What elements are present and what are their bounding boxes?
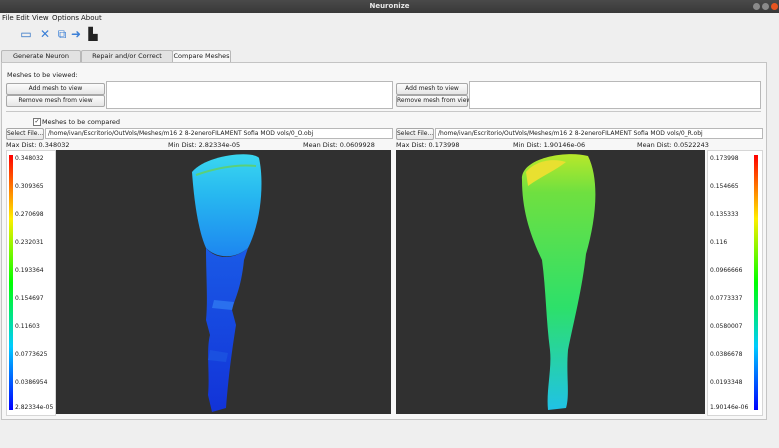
tab-repair-correct-meshes[interactable]: Repair and/or Correct Meshes — [81, 50, 173, 71]
title-bar: Neuronize — [0, 0, 779, 13]
scale-tick-left: 2.82334e-05 — [15, 404, 54, 411]
window-title: Neuronize — [369, 2, 410, 10]
file-path-left[interactable]: /home/ivan/Escritorio/OutVols/Meshes/m16… — [45, 128, 393, 139]
min-dist-right: Min Dist: 1.90146e-06 — [513, 141, 586, 149]
scale-tick-left: 0.193364 — [15, 267, 44, 274]
monitor-icon[interactable]: ▭ — [19, 27, 33, 41]
redo-arrow-icon[interactable]: ➜ — [69, 27, 83, 41]
maximize-button[interactable] — [762, 3, 769, 10]
scale-tick-right: 0.116 — [710, 239, 728, 246]
scale-tick-left: 0.0386954 — [15, 379, 48, 386]
scale-tick-right: 0.0193348 — [710, 379, 743, 386]
compare-checkbox-label: Meshes to be compared — [42, 118, 120, 126]
meshes-to-view-label: Meshes to be viewed: — [7, 71, 78, 79]
scale-tick-left: 0.232031 — [15, 239, 44, 246]
scale-tick-right: 0.154665 — [710, 183, 739, 190]
scale-tick-right: 0.173998 — [710, 155, 739, 162]
compare-checkbox[interactable]: ✓ — [33, 118, 41, 126]
mesh-viewport-left[interactable] — [56, 150, 391, 414]
camera-icon[interactable]: ▙ — [86, 27, 100, 41]
menu-view[interactable]: View — [32, 14, 49, 22]
scale-tick-right: 1.90146e-06 — [710, 404, 749, 411]
scale-tick-right: 0.0773337 — [710, 295, 743, 302]
scale-tick-right: 0.0966666 — [710, 267, 743, 274]
mean-dist-right: Mean Dist: 0.0522243 — [637, 141, 709, 149]
menu-file[interactable]: File — [2, 14, 14, 22]
mean-dist-left: Mean Dist: 0.0609928 — [303, 141, 375, 149]
add-mesh-button-left[interactable]: Add mesh to view — [6, 83, 105, 95]
scale-tick-left: 0.154697 — [15, 295, 44, 302]
min-dist-left: Min Dist: 2.82334e-05 — [168, 141, 241, 149]
remove-mesh-button-right[interactable]: Remove mesh from view — [396, 95, 471, 107]
scale-tick-right: 0.0386678 — [710, 351, 743, 358]
compare-meshes-panel: Meshes to be viewed: Add mesh to view Re… — [1, 62, 767, 420]
tab-generate-neuron[interactable]: Generate Neuron — [1, 50, 81, 62]
remove-mesh-button-left[interactable]: Remove mesh from view — [6, 95, 105, 107]
separator — [6, 111, 761, 112]
scale-tick-left: 0.348032 — [15, 155, 44, 162]
scale-tick-left: 0.11603 — [15, 323, 40, 330]
scale-tick-left: 0.309365 — [15, 183, 44, 190]
max-dist-left: Max Dist: 0.348032 — [6, 141, 70, 149]
scale-tick-right: 0.0580007 — [710, 323, 743, 330]
menu-edit[interactable]: Edit — [16, 14, 30, 22]
mesh-viewport-right[interactable] — [396, 150, 705, 414]
mesh-list-right[interactable] — [469, 81, 761, 109]
color-bar-right — [754, 155, 758, 410]
color-bar-left — [9, 155, 13, 410]
scale-tick-left: 0.270698 — [15, 211, 44, 218]
select-file-button-right[interactable]: Select File... — [396, 128, 434, 140]
file-path-right[interactable]: /home/ivan/Escritorio/OutVols/Meshes/m16… — [435, 128, 763, 139]
minimize-button[interactable] — [753, 3, 760, 10]
color-scale-left: 0.348032 0.309365 0.270698 0.232031 0.19… — [6, 150, 56, 416]
color-scale-right: 0.173998 0.154665 0.135333 0.116 0.09666… — [707, 150, 763, 416]
menu-bar: File Edit View Options About — [0, 13, 779, 23]
add-mesh-button-right[interactable]: Add mesh to view — [396, 83, 468, 95]
copy-icon[interactable]: ⧉ — [55, 27, 69, 41]
mesh-render-right — [521, 154, 596, 410]
select-file-button-left[interactable]: Select File... — [6, 128, 44, 140]
scale-tick-left: 0.0773625 — [15, 351, 48, 358]
menu-options[interactable]: Options — [52, 14, 79, 22]
toolbar: ▭ ✕ ⧉ ➜ ▙ — [0, 23, 779, 45]
close-button[interactable] — [771, 3, 778, 10]
mesh-list-left[interactable] — [106, 81, 393, 109]
menu-about[interactable]: About — [81, 14, 102, 22]
tools-icon[interactable]: ✕ — [38, 27, 52, 41]
scale-tick-right: 0.135333 — [710, 211, 739, 218]
mesh-render-left — [192, 154, 262, 412]
max-dist-right: Max Dist: 0.173998 — [396, 141, 460, 149]
